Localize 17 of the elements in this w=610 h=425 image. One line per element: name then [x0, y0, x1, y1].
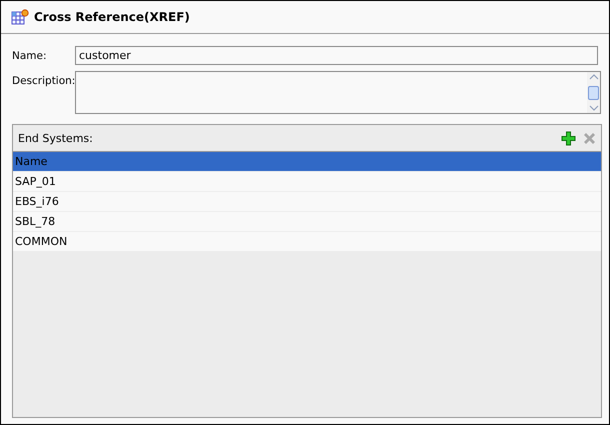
description-field[interactable] [75, 71, 601, 114]
add-icon[interactable] [561, 130, 576, 146]
table-cell[interactable]: SAP_01 [13, 171, 601, 191]
name-field[interactable]: customer [75, 46, 598, 65]
window-title: Cross Reference(XREF) [34, 10, 190, 24]
scrollbar[interactable] [587, 72, 600, 113]
table-cell[interactable]: SBL_78 [13, 211, 601, 231]
scroll-up-icon[interactable] [588, 74, 598, 80]
table-cell[interactable]: EBS_i76 [13, 191, 601, 211]
description-label: Description: [12, 74, 75, 87]
column-header[interactable]: Name [13, 152, 601, 171]
scroll-down-icon[interactable] [588, 105, 598, 111]
panel-title: End Systems: [18, 132, 93, 144]
table-cell[interactable]: COMMON [13, 231, 601, 251]
table-icon [11, 9, 29, 25]
name-label: Name: [12, 49, 48, 62]
scroll-thumb[interactable] [588, 86, 599, 100]
